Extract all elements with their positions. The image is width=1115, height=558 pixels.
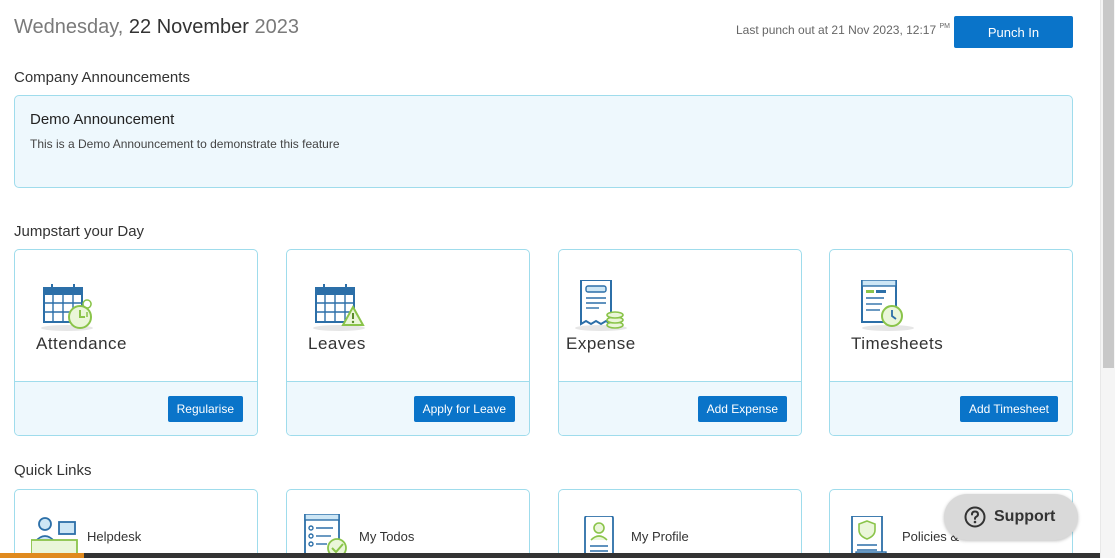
attendance-card-body[interactable]: Attendance: [15, 250, 257, 381]
announcement-title: Demo Announcement: [30, 111, 175, 128]
expense-card-footer: Add Expense: [559, 381, 801, 435]
attendance-card-footer: Regularise: [15, 381, 257, 435]
policy-document-icon: [851, 516, 887, 558]
timesheets-card-label: Timesheets: [851, 334, 944, 353]
last-punch-status: Last punch out at 21 Nov 2023, 12:17 PM: [736, 23, 950, 37]
page-scrollbar-thumb[interactable]: [1103, 0, 1114, 368]
quick-link-helpdesk[interactable]: Helpdesk: [14, 489, 258, 558]
support-label: Support: [994, 508, 1056, 525]
quick-links-section-title: Quick Links: [14, 462, 92, 479]
last-punch-text: Last punch out at 21 Nov 2023, 12:17: [736, 23, 937, 37]
expense-card-body[interactable]: Expense: [559, 250, 801, 381]
announcement-card[interactable]: Demo Announcement This is a Demo Announc…: [14, 95, 1073, 188]
quick-link-my-todos-label: My Todos: [359, 529, 415, 544]
timesheet-clock-icon: [861, 280, 914, 331]
attendance-calendar-icon: [41, 284, 93, 331]
announcements-section-title: Company Announcements: [14, 69, 190, 86]
jumpstart-section-title: Jumpstart your Day: [14, 223, 145, 240]
quick-link-my-todos[interactable]: My Todos: [286, 489, 530, 558]
leave-calendar-icon: [313, 284, 365, 331]
timesheets-card[interactable]: Timesheets Add Timesheet: [829, 249, 1073, 436]
add-timesheet-button[interactable]: Add Timesheet: [959, 396, 1058, 422]
punch-in-button[interactable]: Punch In: [954, 16, 1073, 48]
attendance-card[interactable]: Attendance Regularise: [14, 249, 258, 436]
timesheets-card-body[interactable]: Timesheets: [830, 250, 1072, 381]
announcement-body: This is a Demo Announcement to demonstra…: [30, 137, 340, 151]
taskbar-strip: [0, 553, 1100, 558]
current-date: Wednesday, 22 November 2023: [14, 16, 299, 39]
date-year: 2023: [254, 16, 300, 38]
apply-for-leave-button[interactable]: Apply for Leave: [413, 396, 515, 422]
quick-link-helpdesk-label: Helpdesk: [87, 529, 142, 544]
question-circle-icon: [964, 506, 986, 528]
expense-card-label: Expense: [566, 334, 636, 353]
timesheets-card-footer: Add Timesheet: [830, 381, 1072, 435]
quick-link-my-profile[interactable]: My Profile: [558, 489, 802, 558]
leaves-card-label: Leaves: [308, 334, 366, 353]
date-day-month: 22 November: [128, 16, 249, 38]
add-expense-button[interactable]: Add Expense: [697, 396, 787, 422]
support-button[interactable]: Support: [944, 494, 1078, 540]
leaves-card[interactable]: Leaves Apply for Leave: [286, 249, 530, 436]
expense-receipt-icon: [575, 280, 627, 331]
todo-list-icon: [304, 514, 347, 558]
expense-card[interactable]: Expense Add Expense: [558, 249, 802, 436]
profile-card-icon: [584, 516, 614, 557]
quick-link-my-profile-label: My Profile: [631, 529, 689, 544]
attendance-card-label: Attendance: [36, 334, 128, 353]
regularise-button[interactable]: Regularise: [167, 396, 243, 422]
last-punch-meridiem: PM: [939, 23, 951, 30]
helpdesk-agent-icon: [31, 517, 78, 558]
taskbar-accent: [0, 553, 84, 558]
page-scrollbar[interactable]: [1100, 0, 1115, 558]
date-weekday: Wednesday,: [14, 16, 124, 38]
leaves-card-body[interactable]: Leaves: [287, 250, 529, 381]
leaves-card-footer: Apply for Leave: [287, 381, 529, 435]
